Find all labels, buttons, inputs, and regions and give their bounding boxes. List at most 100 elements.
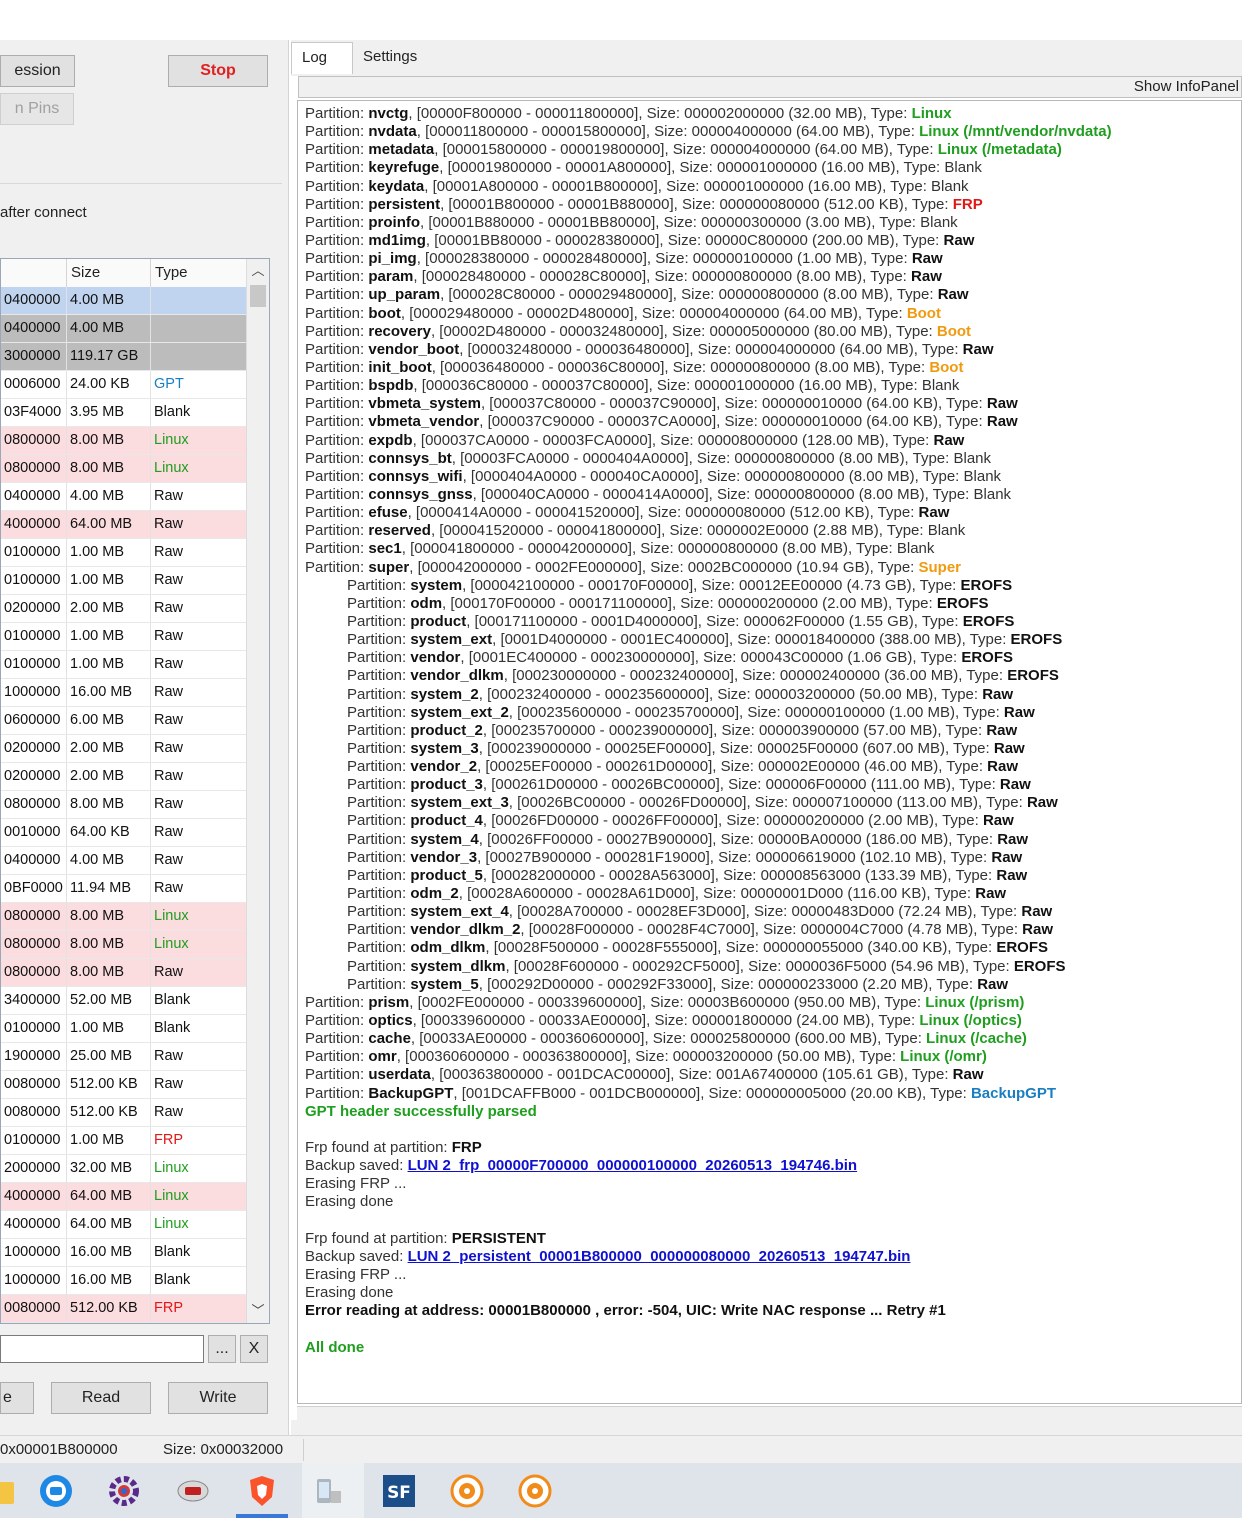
- table-row[interactable]: 0400000 4.00 MB: [1, 287, 247, 315]
- cell-address: 0200000: [1, 763, 67, 790]
- cell-type: Blank: [151, 1015, 247, 1042]
- log-text-segment: Partition:: [305, 195, 369, 213]
- log-text-segment: EROFS: [1013, 957, 1066, 975]
- tool-orange-2-icon[interactable]: [517, 1473, 553, 1509]
- table-row[interactable]: 0100000 1.00 MB Raw: [1, 539, 247, 567]
- cell-type: [151, 315, 247, 342]
- log-text-segment: Partition:: [305, 431, 369, 449]
- log-text-segment: , [00002D480000 - 000032480000], Size: 0…: [430, 322, 937, 340]
- cell-type: Raw: [151, 539, 247, 566]
- write-button[interactable]: Write: [168, 1382, 268, 1414]
- tab-log[interactable]: Log: [291, 42, 353, 74]
- table-row[interactable]: 1000000 16.00 MB Blank: [1, 1267, 247, 1295]
- table-row[interactable]: 0BF0000 11.94 MB Raw: [1, 875, 247, 903]
- table-row[interactable]: 0400000 4.00 MB: [1, 315, 247, 343]
- table-row[interactable]: 0800000 8.00 MB Linux: [1, 903, 247, 931]
- sf-app-icon[interactable]: SF: [381, 1473, 417, 1509]
- column-header-address[interactable]: [1, 259, 67, 287]
- table-row[interactable]: 3400000 52.00 MB Blank: [1, 987, 247, 1015]
- table-row[interactable]: 1000000 16.00 MB Raw: [1, 679, 247, 707]
- show-infopanel-button[interactable]: Show InfoPanel: [1134, 77, 1239, 97]
- log-text-segment: Partition:: [347, 921, 411, 939]
- chat-icon[interactable]: [38, 1473, 74, 1509]
- log-line: Partition: proinfo, [00001B880000 - 0000…: [305, 214, 1235, 232]
- log-line: Partition: product_5, [000282000000 - 00…: [305, 867, 1235, 885]
- cell-type: Raw: [151, 1071, 247, 1098]
- log-text-segment: Raw: [933, 431, 965, 449]
- browse-button[interactable]: ...: [208, 1335, 236, 1363]
- session-button[interactable]: ession: [0, 55, 75, 87]
- table-row[interactable]: 0200000 2.00 MB Raw: [1, 763, 247, 791]
- backup-file-link[interactable]: LUN 2_persistent_00001B800000_0000000800…: [408, 1248, 911, 1265]
- tool-orange-icon[interactable]: [449, 1473, 485, 1509]
- log-text-segment: vbmeta_vendor: [368, 413, 480, 431]
- log-text-segment: , [000042000000 - 0002FE000000], Size: 0…: [409, 558, 919, 576]
- log-text-segment: , [001DCAFFB000 - 001DCB000000], Size: 0…: [453, 1084, 971, 1102]
- table-row[interactable]: 0200000 2.00 MB Raw: [1, 735, 247, 763]
- table-row[interactable]: 0600000 6.00 MB Raw: [1, 707, 247, 735]
- table-row[interactable]: 4000000 64.00 MB Linux: [1, 1183, 247, 1211]
- table-row[interactable]: 0800000 8.00 MB Linux: [1, 931, 247, 959]
- table-row[interactable]: 0010000 64.00 KB Raw: [1, 819, 247, 847]
- stop-button[interactable]: Stop: [168, 55, 268, 87]
- table-row[interactable]: 0800000 8.00 MB Linux: [1, 427, 247, 455]
- table-row[interactable]: 0080000 512.00 KB Raw: [1, 1071, 247, 1099]
- gear-app-icon[interactable]: [106, 1473, 142, 1509]
- log-text-segment: , [000239000000 - 00025EF00000], Size: 0…: [478, 739, 994, 757]
- brave-browser-icon[interactable]: [244, 1473, 280, 1509]
- table-row[interactable]: 2000000 32.00 MB Linux: [1, 1155, 247, 1183]
- cell-address: 0010000: [1, 819, 67, 846]
- top-strip: [0, 0, 1242, 40]
- log-text-segment: Partition:: [347, 866, 411, 884]
- cell-size: 16.00 MB: [67, 1239, 151, 1266]
- log-text-segment: bspdb: [368, 377, 414, 395]
- log-text-segment: Partition:: [347, 812, 411, 830]
- table-row[interactable]: 0400000 4.00 MB Raw: [1, 847, 247, 875]
- table-row[interactable]: 0100000 1.00 MB Raw: [1, 623, 247, 651]
- table-row[interactable]: 0800000 8.00 MB Raw: [1, 791, 247, 819]
- scroll-thumb[interactable]: [250, 285, 266, 307]
- table-row[interactable]: 0080000 512.00 KB FRP: [1, 1295, 247, 1323]
- table-body: 0400000 4.00 MB 0400000 4.00 MB 3000000 119.1…: [1, 287, 247, 1323]
- column-header-type[interactable]: Type: [151, 259, 247, 287]
- log-text-segment: , [000363800000 - 001DCAC00000], Size: 0…: [430, 1066, 953, 1084]
- table-row[interactable]: 1000000 16.00 MB Blank: [1, 1239, 247, 1267]
- table-row[interactable]: 1900000 25.00 MB Raw: [1, 1043, 247, 1071]
- table-row[interactable]: 0800000 8.00 MB Raw: [1, 959, 247, 987]
- pins-button[interactable]: n Pins: [0, 93, 74, 125]
- read-button[interactable]: Read: [51, 1382, 151, 1414]
- table-row[interactable]: 0100000 1.00 MB FRP: [1, 1127, 247, 1155]
- file-path-input[interactable]: [0, 1335, 204, 1363]
- backup-file-link[interactable]: LUN 2_frp_00000F700000_000000100000_2026…: [408, 1157, 858, 1174]
- cell-address: 0100000: [1, 539, 67, 566]
- log-text-segment: Blank: [921, 377, 960, 395]
- log-text-segment: Blank: [944, 159, 982, 177]
- tool-app-icon[interactable]: [175, 1473, 211, 1509]
- clear-button[interactable]: X: [240, 1335, 268, 1363]
- table-row[interactable]: 0080000 512.00 KB Raw: [1, 1099, 247, 1127]
- table-row[interactable]: 3000000 119.17 GB: [1, 343, 247, 371]
- table-row[interactable]: 0100000 1.00 MB Blank: [1, 1015, 247, 1043]
- folder-icon[interactable]: [0, 1473, 18, 1509]
- log-text-segment: Raw: [962, 340, 994, 358]
- right-bottom-area: [291, 1420, 1242, 1435]
- table-row[interactable]: 0100000 1.00 MB Raw: [1, 567, 247, 595]
- scroll-up-icon[interactable]: ︿: [247, 261, 269, 281]
- table-row[interactable]: 4000000 64.00 MB Raw: [1, 511, 247, 539]
- table-row[interactable]: 03F4000 3.95 MB Blank: [1, 399, 247, 427]
- table-row[interactable]: 0006000 24.00 KB GPT: [1, 371, 247, 399]
- table-row[interactable]: 0100000 1.00 MB Raw: [1, 651, 247, 679]
- table-scrollbar[interactable]: ︿ ﹀: [246, 259, 269, 1323]
- log-text-segment: , [00028F000000 - 00028F4C7000], Size: 0…: [520, 921, 1023, 939]
- erase-button[interactable]: e: [0, 1382, 34, 1414]
- table-row[interactable]: 0400000 4.00 MB Raw: [1, 483, 247, 511]
- scroll-down-icon[interactable]: ﹀: [247, 1301, 269, 1321]
- column-header-size[interactable]: Size: [67, 259, 151, 287]
- svg-text:SF: SF: [387, 1483, 411, 1503]
- table-row[interactable]: 0200000 2.00 MB Raw: [1, 595, 247, 623]
- cell-address: 03F4000: [1, 399, 67, 426]
- table-row[interactable]: 0800000 8.00 MB Linux: [1, 455, 247, 483]
- table-row[interactable]: 4000000 64.00 MB Linux: [1, 1211, 247, 1239]
- log-line: Partition: persistent, [00001B800000 - 0…: [305, 196, 1235, 214]
- tab-settings[interactable]: Settings: [353, 42, 427, 74]
